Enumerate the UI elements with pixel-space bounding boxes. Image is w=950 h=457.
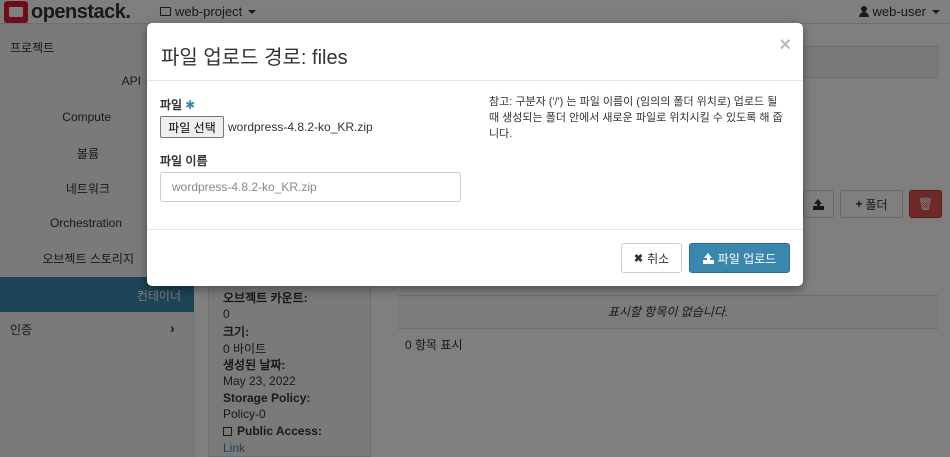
help-text: 참고: 구분자 ('/') 는 파일 이름이 (임의의 폴더 위치로) 업로드 … — [489, 96, 783, 140]
close-icon[interactable]: × — [779, 34, 791, 57]
upload-icon — [702, 252, 714, 264]
upload-label: 파일 업로드 — [717, 251, 777, 266]
filename-field-label: 파일 이름 — [160, 154, 208, 168]
required-icon: ✱ — [185, 98, 196, 112]
modal-body: 파일 ✱ 파일 선택 wordpress-4.8.2-ko_KR.zip 파일 이… — [147, 82, 803, 229]
modal-header: 파일 업로드 경로: files × — [147, 23, 803, 81]
cancel-label: 취소 — [647, 251, 670, 266]
upload-button[interactable]: 파일 업로드 — [689, 243, 790, 273]
file-field-label: 파일 ✱ — [160, 96, 195, 113]
cancel-button[interactable]: ✖ 취소 — [621, 243, 682, 273]
chosen-file-name: wordpress-4.8.2-ko_KR.zip — [228, 120, 373, 134]
modal-title: 파일 업로드 경로: files — [161, 47, 348, 69]
choose-file-button[interactable]: 파일 선택 — [160, 116, 224, 138]
filename-input[interactable] — [160, 172, 461, 202]
upload-file-modal: 파일 업로드 경로: files × 파일 ✱ 파일 선택 wordpress-4… — [147, 23, 803, 286]
file-label-text: 파일 — [160, 98, 183, 112]
modal-footer: ✖ 취소 파일 업로드 — [147, 229, 803, 286]
close-icon: ✖ — [633, 252, 644, 265]
